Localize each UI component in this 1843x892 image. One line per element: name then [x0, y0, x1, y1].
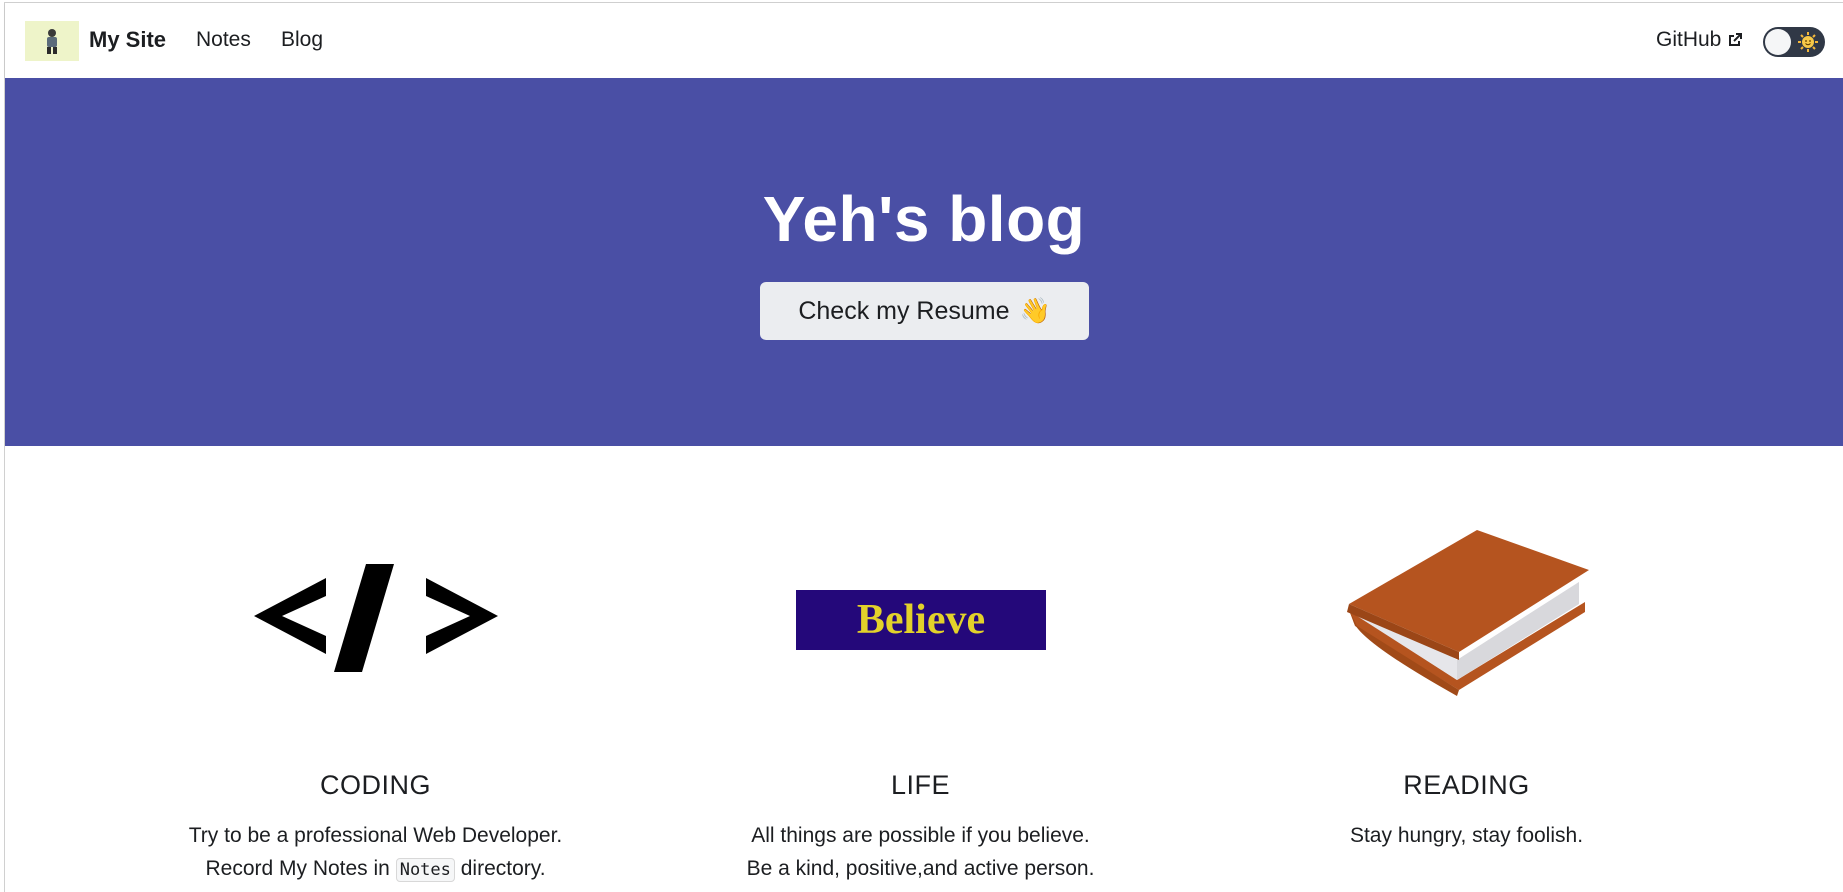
feature-coding-desc: Try to be a professional Web Developer. …: [103, 819, 648, 887]
line2-after: directory.: [454, 857, 546, 880]
theme-toggle[interactable]: [1763, 27, 1825, 57]
book-icon: [1346, 530, 1589, 696]
believe-banner: Believe: [795, 590, 1046, 650]
nav-link-notes[interactable]: Notes: [196, 28, 251, 52]
check-resume-button[interactable]: Check my Resume 👋: [760, 282, 1089, 340]
feature-coding: CODING Try to be a professional Web Deve…: [103, 520, 648, 887]
nav-link-blog[interactable]: Blog: [281, 28, 323, 52]
feature-coding-line1: Try to be a professional Web Developer.: [188, 824, 563, 847]
feature-coding-image: [103, 520, 648, 720]
waving-hand-icon: 👋: [1019, 296, 1051, 325]
feature-reading-line1: Stay hungry, stay foolish.: [1349, 824, 1584, 847]
feature-life: Believe LIFE All things are possible if …: [648, 520, 1193, 885]
site-logo[interactable]: [25, 21, 79, 61]
navbar: My Site Notes Blog GitHub: [5, 3, 1843, 78]
feature-life-title: LIFE: [890, 770, 951, 800]
site-title[interactable]: My Site: [89, 27, 166, 53]
believe-text: Believe: [856, 597, 984, 643]
line2-before: Record My Notes in: [205, 857, 396, 880]
github-link[interactable]: GitHub: [1656, 28, 1743, 52]
code-brackets-icon: [253, 564, 498, 672]
feature-coding-line2: Record My Notes in Notes directory.: [103, 852, 648, 887]
hero-title: Yeh's blog: [762, 183, 1086, 255]
hero-banner: Yeh's blog Check my Resume 👋: [5, 78, 1843, 446]
resume-button-label: Check my Resume: [798, 296, 1010, 325]
sun-icon: [1798, 32, 1818, 52]
feature-life-image: Believe: [648, 520, 1193, 720]
feature-coding-title: CODING: [320, 770, 431, 800]
notes-code-snippet: Notes: [395, 858, 455, 882]
github-link-label: GitHub: [1656, 28, 1722, 51]
feature-life-desc: All things are possible if you believe. …: [648, 819, 1193, 885]
toggle-knob: [1765, 29, 1791, 55]
avatar-icon: [47, 29, 57, 54]
feature-reading-image: [1194, 520, 1739, 720]
feature-reading: READING Stay hungry, stay foolish.: [1194, 520, 1739, 852]
external-link-icon: [1729, 33, 1743, 46]
feature-reading-title: READING: [1403, 770, 1530, 800]
feature-life-line2: Be a kind, positive,and active person.: [746, 857, 1095, 880]
feature-reading-desc: Stay hungry, stay foolish.: [1194, 819, 1739, 852]
feature-life-line1: All things are possible if you believe.: [751, 824, 1090, 847]
